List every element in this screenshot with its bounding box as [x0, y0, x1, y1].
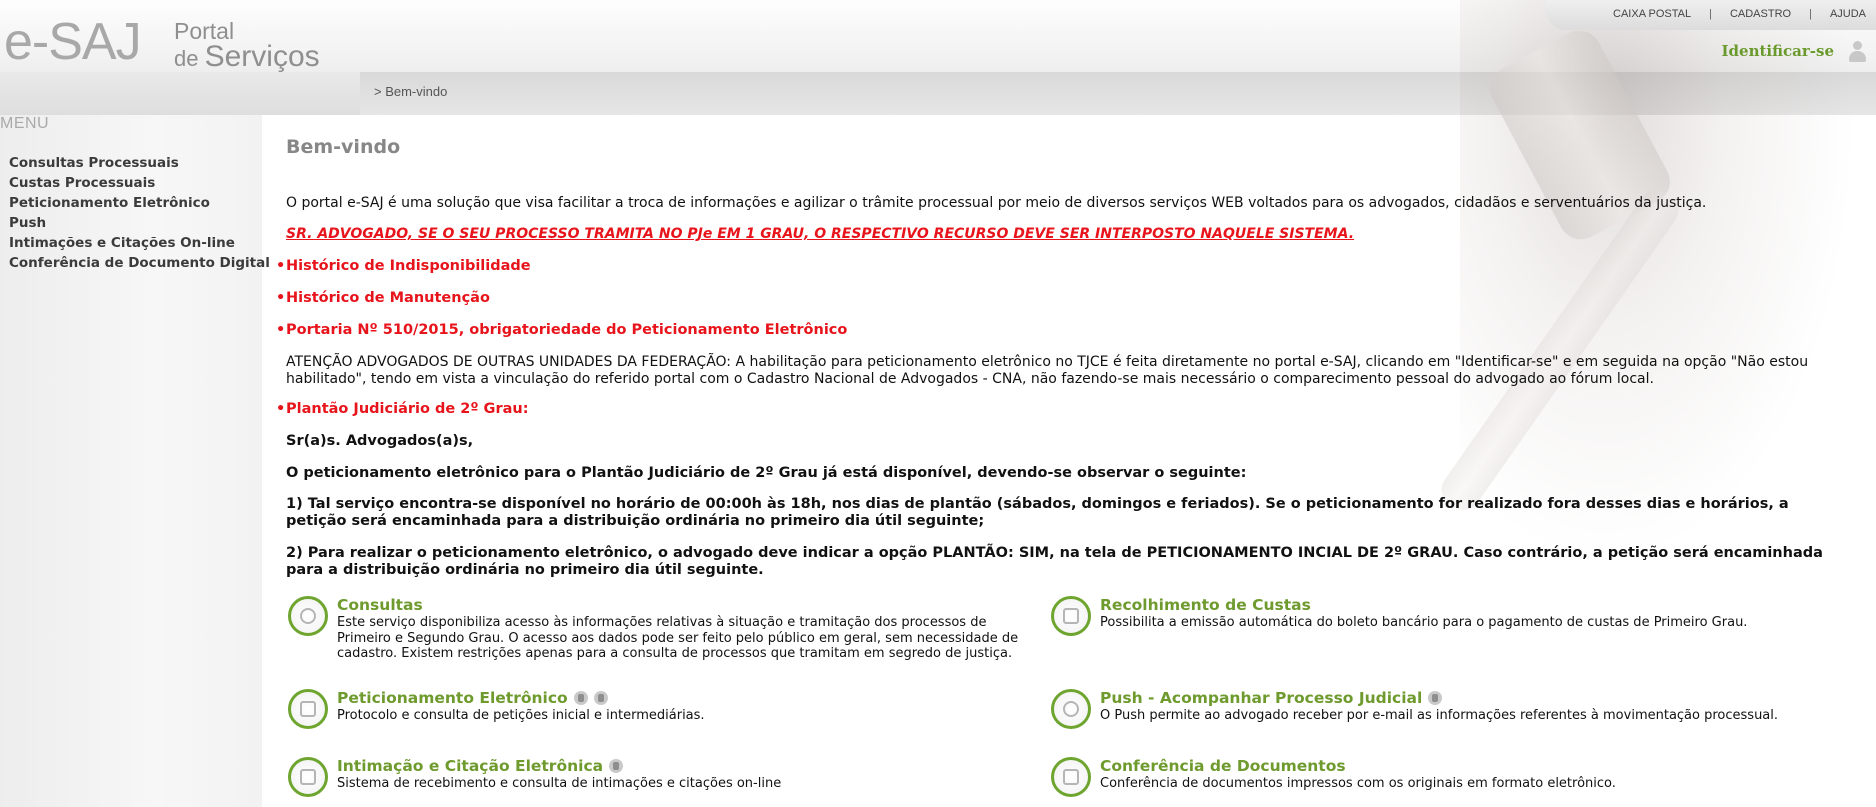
- service-consultas: Consultas Este serviço disponibiliza ace…: [288, 596, 1028, 662]
- service-title-label: Intimação e Citação Eletrônica: [337, 757, 604, 775]
- pje-warning-text: SR. ADVOGADO, SE O SEU PROCESSO TRAMITA …: [286, 226, 1355, 242]
- service-title-recolhimento-custas[interactable]: Recolhimento de Custas: [1100, 596, 1747, 614]
- ajuda-link[interactable]: AJUDA: [1830, 8, 1866, 20]
- service-title-conferencia-documentos[interactable]: Conferência de Documentos: [1100, 757, 1616, 775]
- bullet: •: [276, 258, 286, 274]
- esaj-logo[interactable]: e-SAJ Portal de Serviços: [4, 12, 324, 72]
- sidebar-item-intimacoes-citacoes[interactable]: Intimações e Citações On-line: [9, 233, 270, 253]
- magnifier-icon[interactable]: [288, 596, 328, 636]
- user-badge-icon: [1428, 691, 1443, 705]
- plantao-judiciario-link[interactable]: •Plantão Judiciário de 2º Grau:: [276, 401, 529, 417]
- logo-esaj-text: e-SAJ: [4, 13, 142, 71]
- service-peticionamento: Peticionamento Eletrônico Protocolo e co…: [288, 689, 1028, 729]
- link-label: Histórico de Manutenção: [286, 290, 490, 306]
- identificar-se-link[interactable]: Identificar-se: [1722, 42, 1834, 60]
- sidebar-item-custas-processuais[interactable]: Custas Processuais: [9, 173, 270, 193]
- gavel-handle-image: [1434, 182, 1686, 518]
- sidebar-menu: Consultas Processuais Custas Processuais…: [9, 153, 270, 273]
- login-area: Identificar-se: [1722, 40, 1866, 62]
- service-desc-conferencia-documentos: Conferência de documentos impressos com …: [1100, 776, 1616, 791]
- service-title-peticionamento[interactable]: Peticionamento Eletrônico: [337, 689, 705, 707]
- bullet: •: [276, 322, 286, 338]
- service-desc-push: O Push permite ao advogado receber por e…: [1100, 708, 1779, 723]
- plantao-greeting: Sr(a)s. Advogados(a)s,: [286, 433, 474, 449]
- logo-portal-text: Portal: [174, 18, 235, 44]
- user-icon[interactable]: [1848, 40, 1866, 62]
- service-text: Push - Acompanhar Processo Judicial O Pu…: [1100, 689, 1778, 729]
- top-navigation: CAIXA POSTAL | CADASTRO | AJUDA: [1546, 0, 1876, 30]
- plantao-item-2: 2) Para realizar o peticionamento eletrô…: [286, 545, 1823, 578]
- documents-icon[interactable]: [1051, 757, 1091, 797]
- service-desc-recolhimento-custas: Possibilita a emissão automática do bole…: [1100, 615, 1748, 630]
- lock-badge-icon: [593, 691, 608, 705]
- plantao-intro: O peticionamento eletrônico para o Plant…: [286, 465, 1247, 481]
- atencao-advogados-text: ATENÇÃO ADVOGADOS DE OUTRAS UNIDADES DA …: [286, 354, 1809, 387]
- service-text: Conferência de Documentos Conferência de…: [1100, 757, 1616, 797]
- service-desc-peticionamento: Protocolo e consulta de petições inicial…: [337, 708, 705, 723]
- link-label: Plantão Judiciário de 2º Grau:: [286, 401, 529, 417]
- caixa-postal-link[interactable]: CAIXA POSTAL: [1613, 8, 1691, 20]
- link-label: Histórico de Indisponibilidade: [286, 258, 531, 274]
- menu-title: MENU: [0, 115, 50, 132]
- service-title-push[interactable]: Push - Acompanhar Processo Judicial: [1100, 689, 1778, 707]
- sidebar-item-push[interactable]: Push: [9, 213, 270, 233]
- service-recolhimento-custas: Recolhimento de Custas Possibilita a emi…: [1051, 596, 1831, 636]
- service-desc-intimacao: Sistema de recebimento e consulta de int…: [337, 776, 782, 791]
- link-label: Portaria Nº 510/2015, obrigatoriedade do…: [286, 322, 848, 338]
- bullet: •: [276, 290, 286, 306]
- top-navigation-links: CAIXA POSTAL | CADASTRO | AJUDA: [1613, 8, 1866, 20]
- historico-manutencao-link[interactable]: •Histórico de Manutenção: [276, 290, 490, 306]
- logo-servicos-word: Serviços: [204, 40, 320, 73]
- bullet: •: [276, 401, 286, 417]
- plantao-item-1: 1) Tal serviço encontra-se disponível no…: [286, 496, 1789, 529]
- logo-servicos-text: de Serviços: [174, 42, 320, 72]
- historico-indisponibilidade-link[interactable]: •Histórico de Indisponibilidade: [276, 258, 531, 274]
- summons-icon[interactable]: [288, 757, 328, 797]
- sidebar-item-peticionamento-eletronico[interactable]: Peticionamento Eletrônico: [9, 193, 270, 213]
- nav-separator: |: [1809, 8, 1812, 20]
- cadastro-link[interactable]: CADASTRO: [1730, 8, 1791, 20]
- certificate-badge-icon: [573, 691, 588, 705]
- service-title-intimacao[interactable]: Intimação e Citação Eletrônica: [337, 757, 781, 775]
- petition-icon[interactable]: [288, 689, 328, 729]
- service-conferencia-documentos: Conferência de Documentos Conferência de…: [1051, 757, 1831, 797]
- service-text: Consultas Este serviço disponibiliza ace…: [337, 596, 1028, 662]
- money-document-icon[interactable]: [1051, 596, 1091, 636]
- service-desc-consultas: Este serviço disponibiliza acesso às inf…: [337, 615, 1019, 661]
- service-text: Intimação e Citação Eletrônica Sistema d…: [337, 757, 781, 797]
- sidebar-item-consultas-processuais[interactable]: Consultas Processuais: [9, 153, 270, 173]
- service-text: Recolhimento de Custas Possibilita a emi…: [1100, 596, 1747, 636]
- service-title-label: Push - Acompanhar Processo Judicial: [1100, 689, 1423, 707]
- service-title-consultas[interactable]: Consultas: [337, 596, 1028, 614]
- nav-separator: |: [1709, 8, 1712, 20]
- sidebar: MENU Consultas Processuais Custas Proces…: [0, 115, 270, 807]
- lock-badge-icon: [609, 759, 624, 773]
- portaria-510-link[interactable]: •Portaria Nº 510/2015, obrigatoriedade d…: [276, 322, 847, 338]
- page-title: Bem-vindo: [286, 136, 401, 158]
- breadcrumb: > Bem-vindo: [374, 84, 448, 99]
- header-band-left: [0, 72, 360, 115]
- intro-text: O portal e-SAJ é uma solução que visa fa…: [286, 195, 1707, 211]
- service-title-label: Peticionamento Eletrônico: [337, 689, 568, 707]
- logo-de-text: de: [174, 46, 205, 71]
- parachute-icon[interactable]: [1051, 689, 1091, 729]
- service-intimacao: Intimação e Citação Eletrônica Sistema d…: [288, 757, 1028, 797]
- service-text: Peticionamento Eletrônico Protocolo e co…: [337, 689, 705, 729]
- service-push: Push - Acompanhar Processo Judicial O Pu…: [1051, 689, 1831, 729]
- sidebar-item-conferencia-documento[interactable]: Conferência de Documento Digital: [9, 253, 270, 273]
